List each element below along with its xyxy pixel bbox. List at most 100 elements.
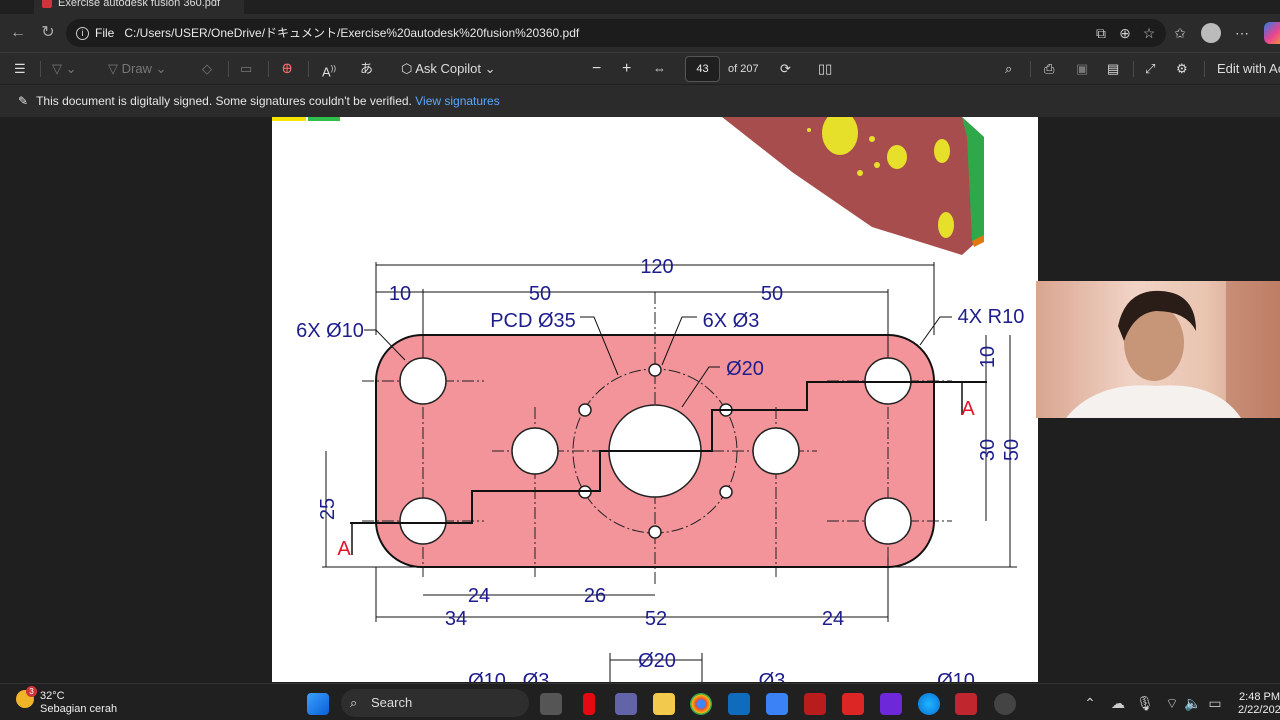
contents-icon[interactable]: ☰	[14, 59, 26, 79]
signature-icon: ✎	[18, 94, 29, 108]
dim-right-50: 50	[1001, 439, 1023, 461]
page-view-icon[interactable]: ▯▯	[818, 59, 832, 79]
divider	[228, 61, 229, 77]
edge-icon[interactable]	[918, 693, 940, 715]
file-explorer-icon[interactable]	[653, 693, 675, 715]
battery-icon[interactable]: ▭	[1205, 693, 1225, 713]
tab-active[interactable]: Exercise autodesk fusion 360.pdf	[34, 0, 244, 14]
rotate-icon[interactable]: ⟳	[780, 59, 791, 79]
divider	[308, 61, 309, 77]
mcafee-icon[interactable]	[804, 693, 826, 715]
copilot-icon[interactable]	[1264, 22, 1280, 44]
taskbar-search[interactable]: ⌕ Search	[341, 689, 529, 717]
zoom-out-icon[interactable]: −	[592, 59, 601, 79]
chrome-icon[interactable]	[690, 693, 712, 715]
dim-bottom-34: 34	[445, 608, 467, 630]
divider	[1030, 61, 1031, 77]
dim-bottom-24b: 24	[822, 608, 844, 630]
settings-gear-icon[interactable]: ⚙	[1176, 59, 1188, 79]
app-l-icon[interactable]	[842, 693, 864, 715]
solidworks-icon[interactable]	[955, 693, 977, 715]
fit-width-icon[interactable]: ⇔	[653, 59, 666, 79]
weather-badge: 3	[26, 686, 37, 697]
dim-bottom-d10b: Ø10	[937, 670, 975, 682]
taskbar: 3 32°C Sebagian cerah ⌕ Search ⌃ ☁ 🎙 ⌔ 🔈 ▭ …	[0, 683, 1280, 720]
store-icon[interactable]	[728, 693, 750, 715]
divider	[40, 61, 41, 77]
url-text: C:/Users/USER/OneDrive/ドキュメント/Exercise%2…	[124, 26, 580, 40]
print-icon[interactable]: ⎙	[1044, 59, 1054, 79]
webcam-person-image	[1066, 281, 1280, 418]
dim-left-offset: 10	[389, 283, 411, 305]
address-bar: ← ↻ i File C:/Users/USER/OneDrive/ドキュメント/E…	[0, 14, 1280, 52]
dim-bottom-24a: 24	[468, 585, 490, 607]
url-scheme: File	[95, 26, 115, 40]
edit-with-acrobat-button[interactable]: Edit with Ac	[1217, 59, 1280, 79]
weather-icon: 3	[16, 686, 37, 708]
obs-icon[interactable]	[994, 693, 1016, 715]
section-label-left: A	[337, 538, 351, 560]
more-menu-icon[interactable]: ⋯	[1232, 23, 1252, 43]
favorite-star-icon[interactable]: ☆	[1139, 23, 1159, 43]
autodesk-icon[interactable]	[766, 693, 788, 715]
add-text-icon[interactable]: Ꚛ	[282, 59, 292, 79]
profile-avatar[interactable]	[1201, 23, 1221, 43]
volume-icon[interactable]: 🔈	[1183, 693, 1203, 713]
onedrive-icon[interactable]: ☁	[1108, 693, 1128, 713]
dim-bottom-26: 26	[584, 585, 606, 607]
view-signatures-link[interactable]: View signatures	[415, 94, 500, 108]
text-box-icon[interactable]: ▭	[240, 59, 252, 79]
divider	[268, 61, 269, 77]
webcam-overlay	[1036, 281, 1280, 418]
zoom-in-icon[interactable]: +	[622, 59, 631, 79]
dim-center-hole: Ø20	[726, 358, 764, 380]
chevron-up-icon[interactable]: ⌃	[1080, 693, 1100, 713]
app-available-icon[interactable]: ⧉	[1091, 23, 1111, 43]
back-icon[interactable]: ←	[8, 23, 28, 43]
search-icon[interactable]: ⌕	[1005, 59, 1012, 79]
isometric-part-image	[722, 117, 984, 255]
pdf-page: 120 10 50 50 6X Ø10 PCD Ø35 6X Ø3 4X R10…	[272, 117, 1038, 682]
tab-title: Exercise autodesk fusion 360.pdf	[58, 0, 221, 9]
dim-half-left: 50	[529, 283, 551, 305]
save-icon[interactable]: ▣	[1076, 59, 1088, 79]
technical-drawing: 120 10 50 50 6X Ø10 PCD Ø35 6X Ø3 4X R10…	[272, 117, 1024, 682]
start-button[interactable]	[307, 693, 329, 715]
fullscreen-icon[interactable]: ⤢	[1145, 59, 1155, 79]
highlight-icon[interactable]: ▽ ⌄	[52, 59, 77, 79]
zoom-icon[interactable]: ⊕	[1115, 23, 1135, 43]
page-total: of 207	[728, 63, 759, 75]
ask-copilot-label: Ask Copilot	[415, 61, 481, 76]
ask-copilot-button[interactable]: ⬡ Ask Copilot ⌄	[401, 59, 496, 79]
dim-holes-large: 6X Ø10	[296, 320, 364, 342]
date: 2/22/2025	[1238, 704, 1280, 716]
read-aloud-icon[interactable]: A))	[322, 59, 336, 79]
teams-icon[interactable]	[615, 693, 637, 715]
dim-right-30: 30	[977, 439, 999, 461]
netflix-icon[interactable]	[583, 693, 595, 715]
microphone-icon[interactable]: 🎙	[1135, 693, 1155, 713]
save-as-icon[interactable]: ▤	[1107, 59, 1119, 79]
weather-widget[interactable]: 3 32°C Sebagian cerah	[16, 686, 117, 716]
clock[interactable]: 2:48 PM2/22/2025	[1238, 691, 1280, 717]
draw-button[interactable]: ▽ Draw ⌄	[108, 59, 166, 79]
translate-icon[interactable]: あ	[360, 59, 373, 79]
wifi-icon[interactable]: ⌔	[1162, 693, 1182, 713]
dim-left-25: 25	[317, 498, 339, 520]
dim-bottom-d20: Ø20	[638, 650, 676, 672]
info-icon[interactable]: i	[76, 27, 89, 41]
pdf-toolbar: ☰ ▽ ⌄ ▽ Draw ⌄ ◇ ▭ Ꚛ A)) あ ⬡ Ask Copilot…	[0, 52, 1280, 84]
divider	[1204, 61, 1205, 77]
eraser-icon[interactable]: ◇	[202, 59, 212, 79]
section-label-right: A	[961, 398, 975, 420]
url-field[interactable]: i File C:/Users/USER/OneDrive/ドキュメント/Exerc…	[66, 19, 1166, 47]
refresh-icon[interactable]: ↻	[38, 23, 58, 43]
page-number-input[interactable]: 43	[685, 56, 720, 82]
media-player-icon[interactable]	[880, 693, 902, 715]
divider	[1133, 61, 1134, 77]
dim-bottom-d3a: Ø3	[523, 670, 550, 682]
dim-half-right: 50	[761, 283, 783, 305]
favorites-icon[interactable]: ✩	[1170, 23, 1190, 43]
pdf-icon	[42, 0, 52, 9]
task-view-icon[interactable]	[540, 693, 562, 715]
